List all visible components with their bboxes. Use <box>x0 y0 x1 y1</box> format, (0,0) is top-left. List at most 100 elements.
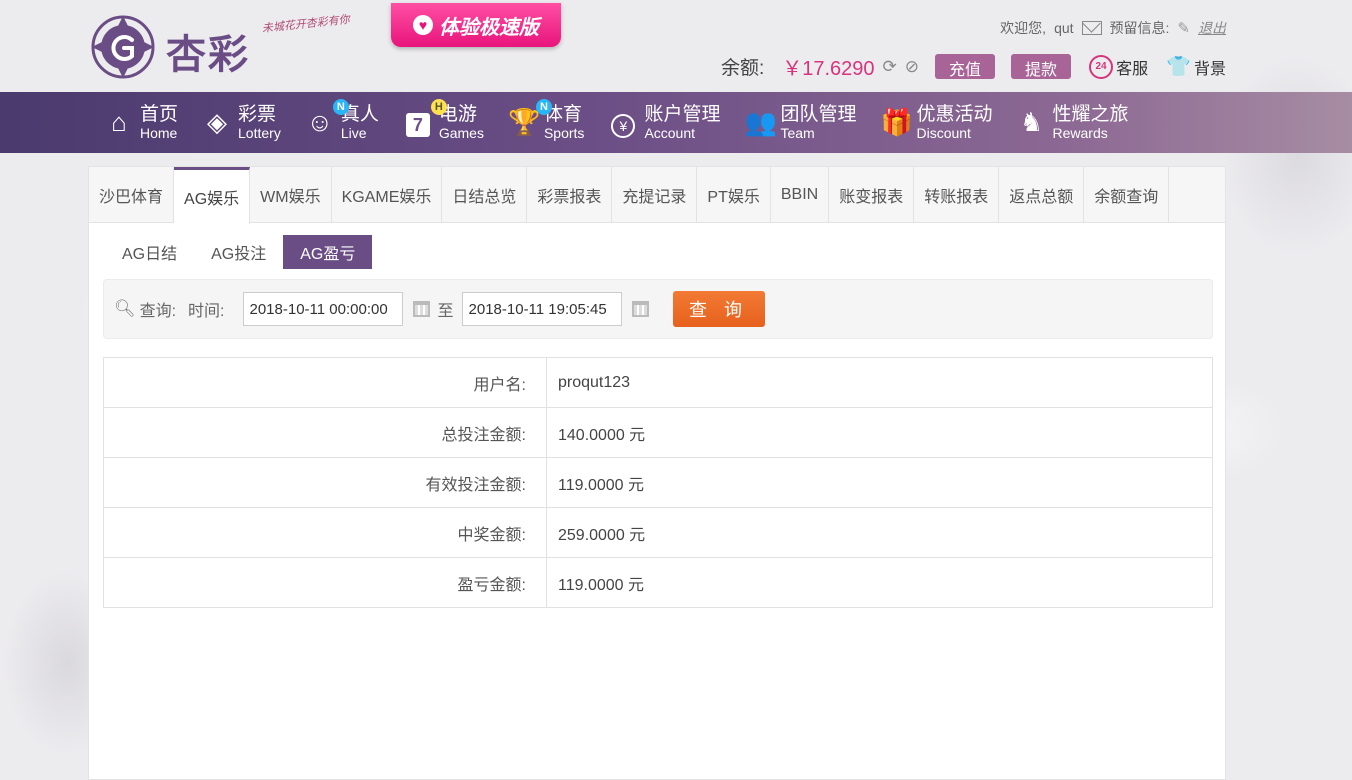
row-label: 用户名: <box>103 357 547 408</box>
subtab-ag-profit-loss[interactable]: AG盈亏 <box>283 235 373 269</box>
nav-item-live[interactable]: ☺ N 真人 Live <box>305 99 379 141</box>
tab-balance-query[interactable]: 余额查询 <box>1084 167 1170 223</box>
balance-value: ￥17.6290 <box>782 58 875 80</box>
tab-ag-entertainment[interactable]: AG娱乐 <box>174 167 251 224</box>
recharge-button[interactable]: 充值 <box>935 54 996 79</box>
nav-label-zh: 团队管理 <box>780 104 857 125</box>
background-switch-link[interactable]: 👕 背景 <box>1166 54 1226 79</box>
row-value: 259.0000 元 <box>546 507 1213 558</box>
gift-icon: 🎁 <box>880 107 913 137</box>
welcome-text: 欢迎您, <box>1000 20 1047 36</box>
row-value: 119.0000 元 <box>546 457 1213 508</box>
nav-label-zh: 优惠活动 <box>916 104 993 125</box>
row-label: 总投注金额: <box>103 407 547 458</box>
table-row: 有效投注金额: 119.0000 元 <box>103 457 1213 508</box>
new-badge: N <box>535 99 552 115</box>
row-value: 140.0000 元 <box>546 407 1213 458</box>
nav-item-rewards[interactable]: ♞ 性耀之旅 Rewards <box>1016 104 1129 140</box>
nav-label-en: Home <box>140 125 178 141</box>
table-row: 用户名: proqut123 <box>103 357 1213 408</box>
main-nav-items: ⌂ 首页 Home ◈ 彩票 Lottery ☺ N 真人 Live 7H 电游 Game… <box>104 92 1153 153</box>
tab-bbin[interactable]: BBIN <box>771 167 830 223</box>
edit-icon[interactable]: ✎ <box>1177 19 1190 37</box>
nav-label-zh: 首页 <box>140 104 179 125</box>
service-label: 客服 <box>1116 60 1149 78</box>
nav-item-team[interactable]: 👥 团队管理 Team <box>744 105 856 140</box>
tab-deposit-withdraw-records[interactable]: 充提记录 <box>612 167 698 223</box>
nav-label-zh: 性耀之旅 <box>1052 104 1129 125</box>
report-tabs: 沙巴体育 AG娱乐 WM娱乐 KGAME娱乐 日结总览 彩票报表 充提记录 PT… <box>89 167 1225 224</box>
nav-label-en: Team <box>780 125 815 141</box>
tab-saba-sports[interactable]: 沙巴体育 <box>89 167 175 223</box>
nav-item-home[interactable]: ⌂ 首页 Home <box>104 105 178 140</box>
nav-item-discount[interactable]: 🎁 优惠活动 Discount <box>880 105 992 140</box>
tab-rebate-total[interactable]: 返点总额 <box>999 167 1085 223</box>
new-badge: N <box>332 99 349 115</box>
end-time-input[interactable] <box>461 292 622 326</box>
hot-badge: H <box>430 99 447 115</box>
nav-label-en: Account <box>644 125 696 141</box>
support-24-icon: 24 <box>1089 54 1114 79</box>
logo-slogan: 未城花开杏彩有你 <box>261 13 351 35</box>
subtab-ag-daily[interactable]: AG日结 <box>105 235 194 269</box>
calendar-icon[interactable] <box>412 301 430 317</box>
trophy-icon: 🏆 N <box>508 99 552 138</box>
calendar-icon[interactable] <box>631 301 649 317</box>
logo-emblem-icon[interactable] <box>88 12 158 82</box>
reserved-message-label[interactable]: 预留信息: <box>1110 18 1170 38</box>
background-label: 背景 <box>1193 60 1226 78</box>
header: 杏彩 未城花开杏彩有你 ♥ 体验极速版 欢迎您, qut 预留信息: ✎ 退出 … <box>0 0 1352 92</box>
query-bar: 🔍︎ 查询: 时间: 至 查 询 <box>103 279 1213 339</box>
table-row: 盈亏金额: 119.0000 元 <box>103 557 1213 608</box>
nav-item-lottery[interactable]: ◈ 彩票 Lottery <box>202 105 281 140</box>
tab-daily-overview[interactable]: 日结总览 <box>442 167 528 223</box>
tab-lottery-report[interactable]: 彩票报表 <box>527 167 613 223</box>
yen-coin-icon: ¥ <box>608 107 638 138</box>
query-label: 查询: <box>139 303 177 320</box>
tab-account-change-report[interactable]: 账变报表 <box>829 167 915 223</box>
query-button[interactable]: 查 询 <box>672 291 765 327</box>
nav-label-en: Lottery <box>238 125 281 141</box>
nav-item-sports[interactable]: 🏆 N 体育 Sports <box>508 99 585 141</box>
nav-label-en: Sports <box>543 125 585 141</box>
nav-label-en: Games <box>438 125 484 141</box>
main-nav-bar: ⌂ 首页 Home ◈ 彩票 Lottery ☺ N 真人 Live 7H 电游 Game… <box>0 92 1352 153</box>
tab-wm-entertainment[interactable]: WM娱乐 <box>250 167 332 223</box>
refresh-icon[interactable]: ⟳ <box>883 57 897 77</box>
mail-icon[interactable] <box>1081 21 1102 35</box>
lottery-ticket-icon: ◈ <box>207 107 228 137</box>
row-value: proqut123 <box>546 357 1213 408</box>
table-row: 中奖金额: 259.0000 元 <box>103 507 1213 558</box>
withdraw-button[interactable]: 提款 <box>1011 54 1072 79</box>
slot-seven-icon: 7H <box>403 99 447 138</box>
username: qut <box>1054 20 1074 36</box>
time-label: 时间: <box>188 303 225 320</box>
subtab-ag-bets[interactable]: AG投注 <box>194 235 283 269</box>
start-time-input[interactable] <box>242 292 403 326</box>
rewards-icon: ♞ <box>1019 107 1044 137</box>
tab-kgame-entertainment[interactable]: KGAME娱乐 <box>332 167 443 223</box>
balance-row: 余额: ￥17.6290 ⟳ ⊘ 充值 提款 24 客服 👕 背景 <box>721 52 1226 81</box>
logo-text: 杏彩 <box>166 31 250 78</box>
team-icon: 👥 <box>744 107 777 137</box>
row-label: 中奖金额: <box>103 507 547 558</box>
tab-transfer-report[interactable]: 转账报表 <box>914 167 1000 223</box>
nav-item-account[interactable]: ¥ 账户管理 Account <box>608 105 720 140</box>
balance-label: 余额: <box>720 58 765 79</box>
sub-tabs: AG日结 AG投注 AG盈亏 <box>89 223 1225 281</box>
nav-item-games[interactable]: 7H 电游 Games <box>403 99 484 141</box>
user-info-row: 欢迎您, qut 预留信息: ✎ 退出 <box>1000 18 1226 38</box>
nav-label-en: Discount <box>916 125 971 141</box>
shirt-icon: 👕 <box>1166 56 1191 78</box>
nav-label-en: Live <box>340 125 367 141</box>
row-label: 有效投注金额: <box>103 457 547 508</box>
promo-speed-version-button[interactable]: ♥ 体验极速版 <box>391 3 561 47</box>
profit-loss-table: 用户名: proqut123 总投注金额: 140.0000 元 有效投注金额:… <box>103 357 1213 608</box>
hide-eye-icon[interactable]: ⊘ <box>905 57 919 77</box>
logout-link[interactable]: 退出 <box>1198 18 1226 38</box>
home-icon: ⌂ <box>111 107 127 137</box>
customer-service-link[interactable]: 24 客服 <box>1089 54 1149 79</box>
nav-label-zh: 账户管理 <box>644 104 721 125</box>
dealer-icon: ☺ N <box>305 99 349 138</box>
tab-pt-entertainment[interactable]: PT娱乐 <box>697 167 771 223</box>
